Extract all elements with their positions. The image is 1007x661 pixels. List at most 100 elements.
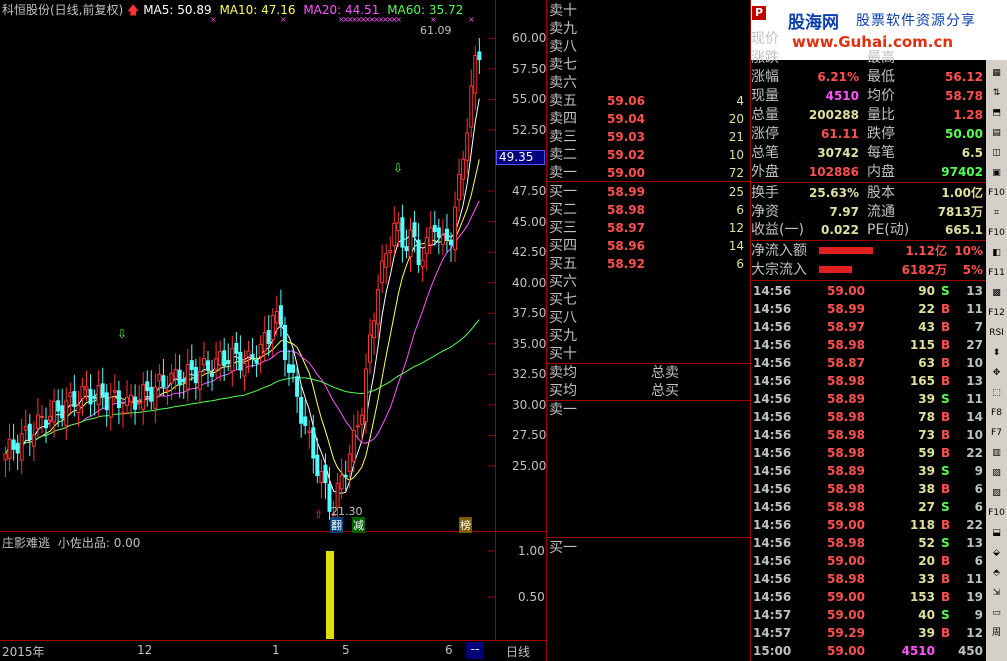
more-button[interactable]: -- (466, 642, 484, 659)
toolbar-icon[interactable]: ⇲ (987, 584, 1006, 603)
toolbar-icon[interactable]: ▩ (987, 284, 1006, 303)
toolbar-icon[interactable]: 周 (987, 624, 1006, 643)
candle-body (469, 85, 474, 128)
candle-body (201, 357, 206, 366)
signal-marker: × (468, 15, 475, 24)
toolbar-icon[interactable]: ▣ (987, 164, 1006, 183)
toolbar-icon[interactable]: ⬓ (987, 524, 1006, 543)
toolbar-icon[interactable]: ▨ (987, 484, 1006, 503)
toolbar-icon[interactable]: ▧ (987, 464, 1006, 483)
ask-row[interactable]: 卖七 (549, 56, 748, 74)
toolbar-icon[interactable]: F12 (987, 304, 1006, 323)
toolbar-icon[interactable]: F11 (987, 264, 1006, 283)
ask-row[interactable]: 卖十 (549, 2, 748, 20)
price-tick: 57.50 (512, 61, 547, 76)
toolbar-icon[interactable]: ⬚ (987, 384, 1006, 403)
toolbar-icon[interactable]: ⬘ (987, 564, 1006, 583)
toolbar-icon[interactable]: F7 (987, 424, 1006, 443)
indicator-title[interactable]: 庄影难逃 (2, 536, 50, 550)
tick-price: 58.89 (827, 464, 865, 478)
candle-body (11, 439, 16, 450)
toolbar-icon[interactable]: ⬙ (987, 544, 1006, 563)
toolbar-icon[interactable]: ✥ (987, 364, 1006, 383)
quote-value: 200288 (808, 108, 859, 122)
ask-label: 卖七 (549, 57, 577, 73)
toolbar-icon[interactable]: ▤ (987, 124, 1006, 143)
ask-row[interactable]: 卖五 59.06 4 (549, 92, 748, 110)
candle-body (104, 392, 109, 411)
tick-time: 14:56 (753, 284, 792, 298)
ask-row[interactable]: 卖三 59.03 21 (549, 128, 748, 146)
quote-row: 涨幅 6.21% 最低 56.12 (751, 68, 987, 86)
ask-row[interactable]: 卖二 59.02 10 (549, 146, 748, 164)
toolbar-icon[interactable]: ▭ (987, 604, 1006, 623)
bid-row[interactable]: 买八 (549, 309, 748, 327)
tick-volume: 118 (909, 518, 935, 532)
toolbar-icon[interactable]: ⬒ (987, 104, 1006, 123)
toolbar-icon[interactable]: RSI (987, 324, 1006, 343)
bid-label: 买十 (549, 346, 577, 362)
candle-body (343, 474, 348, 478)
price-tick: 40.00 (512, 275, 547, 290)
lower-buy-one: 买一 (549, 540, 577, 556)
bid-row[interactable]: 买六 (549, 273, 748, 291)
toolbar-icon[interactable]: F10 (987, 184, 1006, 203)
bid-row[interactable]: 买四 58.96 14 (549, 237, 748, 255)
ask-row[interactable]: 卖八 (549, 38, 748, 56)
candle-body (363, 368, 368, 423)
tick-row: 14:56 58.98 38 B 6 (751, 480, 987, 498)
candle-body (120, 412, 125, 415)
tick-volume: 22 (918, 302, 935, 316)
candle-body (210, 373, 215, 377)
bid-row[interactable]: 买五 58.92 6 (549, 255, 748, 273)
quote-value: 6.5 (961, 146, 983, 160)
toolbar-icon[interactable]: F10 (987, 224, 1006, 243)
tick-row: 14:56 59.00 118 B 22 (751, 516, 987, 534)
bid-row[interactable]: 买七 (549, 291, 748, 309)
bid-row[interactable]: 买九 (549, 327, 748, 345)
quote-row: 现价 (751, 30, 987, 48)
candle-body (319, 471, 324, 483)
tick-time: 14:56 (753, 554, 792, 568)
tag-bang[interactable]: 榜 (459, 517, 472, 533)
toolbar-icon[interactable]: ⇅ (987, 84, 1006, 103)
toolbar-icon[interactable]: ⬍ (987, 344, 1006, 363)
candle-body (64, 400, 69, 426)
ask-volume: 4 (736, 94, 744, 108)
toolbar-icon[interactable]: ▥ (987, 444, 1006, 463)
tag-jian[interactable]: 减 (352, 517, 365, 533)
candle-body (453, 206, 458, 251)
toolbar-icon[interactable]: F10 (987, 504, 1006, 523)
candle-body (295, 376, 300, 397)
ask-row[interactable]: 卖一 59.00 72 (549, 164, 748, 182)
ask-label: 卖九 (549, 21, 577, 37)
bid-row[interactable]: 买十 (549, 345, 748, 363)
ask-row[interactable]: 卖四 59.04 20 (549, 110, 748, 128)
toolbar-icon[interactable]: ⌗ (987, 204, 1006, 223)
tick-price: 59.00 (827, 518, 865, 532)
quote-row: 净资 7.97 流通 7813万 (751, 203, 987, 221)
bid-row[interactable]: 买二 58.98 6 (549, 201, 748, 219)
candle-body (161, 375, 166, 387)
lower-sell-one: 卖一 (549, 402, 577, 418)
toolbar-icon[interactable]: ◫ (987, 144, 1006, 163)
tick-time: 14:56 (753, 536, 792, 550)
bid-row[interactable]: 买一 58.99 25 (549, 183, 748, 201)
candle-body (185, 364, 190, 390)
tag-fan[interactable]: 翻 (330, 517, 343, 533)
toolbar-icon[interactable]: ▦ (987, 64, 1006, 83)
kline-chart[interactable]: ××××××××××××××× × × ×⇩⇩⇧ (0, 0, 546, 661)
toolbar-icon[interactable]: F8 (987, 404, 1006, 423)
tick-row: 14:56 58.89 39 S 11 (751, 390, 987, 408)
ask-row[interactable]: 卖六 (549, 74, 748, 92)
tick-count: 7 (974, 320, 983, 334)
ask-row[interactable]: 卖九 (549, 20, 748, 38)
tick-count: 13 (966, 284, 983, 298)
stock-title[interactable]: 科恒股份(日线,前复权) (2, 3, 123, 17)
toolbar-icon[interactable]: ◧ (987, 244, 1006, 263)
bid-row[interactable]: 买三 58.97 12 (549, 219, 748, 237)
candle-body (181, 378, 186, 383)
period-tab[interactable]: 日线 (506, 643, 530, 660)
candle-body (116, 390, 121, 408)
side-toolbar: ▦ ⇅ ⬒ ▤ ◫ ▣ F10 ⌗ F10 ◧ F11 ▩ F12 RSI ⬍ ✥ ⬚ F8 F7 ▥ ▧ ▨ F10 ⬓ ⬙ ⬘… (986, 60, 1007, 661)
